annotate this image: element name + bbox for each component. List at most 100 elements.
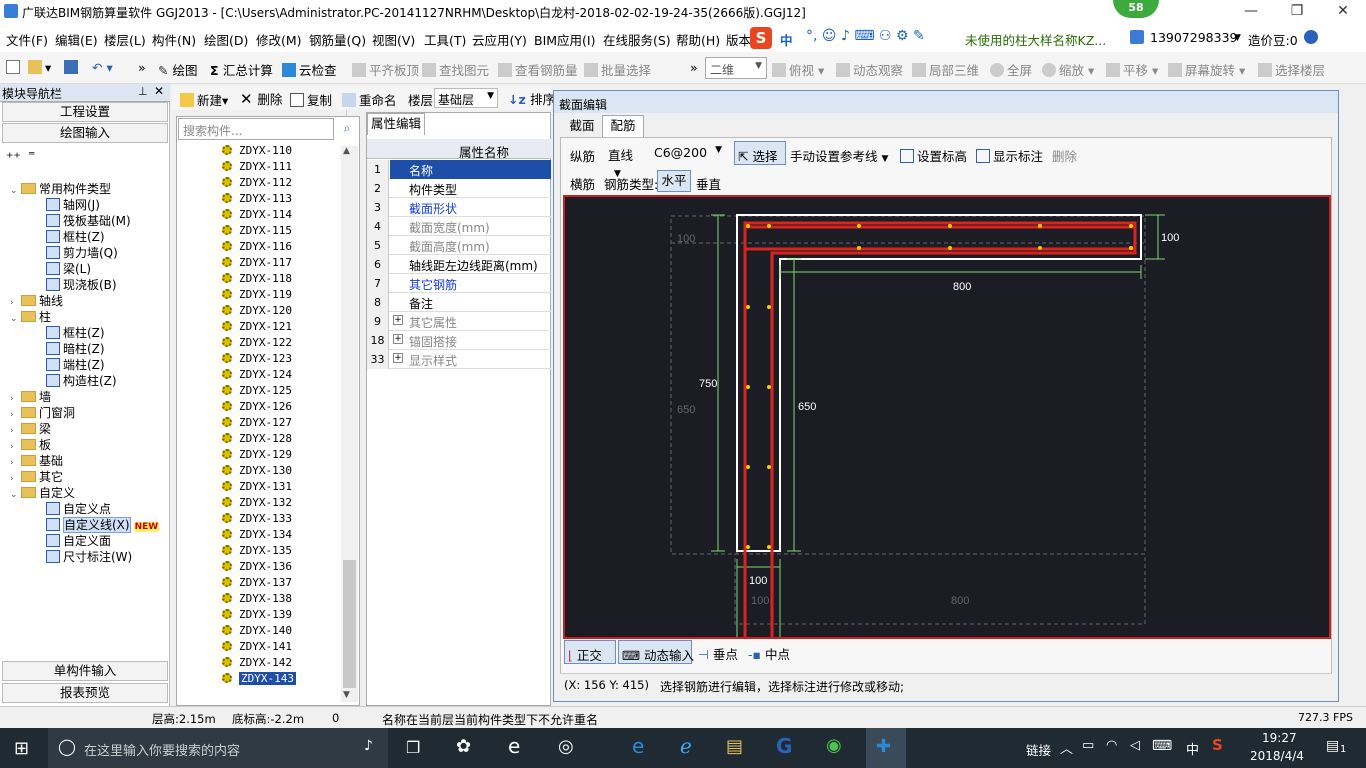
keyboard-tray-icon[interactable]: ⌨: [1152, 738, 1172, 754]
property-row[interactable]: 5 截面高度(mm): [367, 236, 551, 255]
component-search-input[interactable]: 搜索构件...: [178, 118, 334, 140]
zoom-button[interactable]: 缩放 ▾: [1042, 60, 1094, 79]
tree-node[interactable]: 剪力墙(Q): [46, 244, 118, 261]
delete-rebar-button[interactable]: 删除: [1052, 146, 1077, 165]
component-list-item[interactable]: ZDYX-112: [222, 176, 292, 189]
tree-node[interactable]: › 板: [10, 436, 51, 453]
overflow-icon-2[interactable]: »: [690, 60, 698, 75]
property-row[interactable]: 18 + 锚固搭接: [367, 331, 551, 350]
tray-link[interactable]: 链接: [1026, 740, 1051, 759]
minimize-button[interactable]: —: [1228, 0, 1274, 24]
menu-tools[interactable]: 工具(T): [424, 30, 466, 49]
chevron-right-icon[interactable]: ›: [10, 474, 18, 484]
notification-center-icon[interactable]: ▤: [1326, 738, 1339, 754]
scroll-up-icon[interactable]: ▲: [343, 146, 350, 156]
rebar-lines[interactable]: [743, 221, 1137, 637]
flush-top-button[interactable]: 平齐板顶: [352, 60, 419, 79]
tree-node[interactable]: 梁(L): [46, 260, 91, 277]
property-row[interactable]: 4 截面宽度(mm): [367, 217, 551, 236]
notice-text[interactable]: 未使用的柱大样名称KZ...: [965, 30, 1106, 49]
new-file-icon[interactable]: [6, 60, 23, 75]
pan-button[interactable]: 平移 ▾: [1106, 60, 1158, 79]
notification-badge[interactable]: 58: [1113, 0, 1159, 18]
component-list-item[interactable]: ZDYX-114: [222, 208, 292, 221]
overflow-icon[interactable]: »: [138, 60, 146, 75]
chevron-right-icon[interactable]: ›: [10, 458, 18, 468]
menu-file[interactable]: 文件(F): [6, 30, 48, 49]
tree-node[interactable]: ⌄ 常用构件类型: [10, 180, 111, 197]
chevron-right-icon[interactable]: ›: [10, 394, 18, 404]
tree-node[interactable]: 轴网(J): [46, 196, 100, 213]
component-list-item[interactable]: ZDYX-116: [222, 240, 292, 253]
tree-node[interactable]: › 墙: [10, 388, 51, 405]
app-swirl-icon[interactable]: ◎: [558, 736, 574, 757]
property-row[interactable]: 6 轴线距左边线距离(mm): [367, 255, 551, 274]
search-icon[interactable]: ⌕: [336, 118, 358, 140]
cloud-check-button[interactable]: 云检查: [282, 60, 337, 79]
menu-bim[interactable]: BIM应用(I): [534, 30, 596, 49]
sum-button[interactable]: Σ 汇总计算: [210, 60, 273, 79]
tree-node[interactable]: › 基础: [10, 452, 63, 469]
component-list-item[interactable]: ZDYX-131: [222, 480, 292, 493]
component-list-item[interactable]: ZDYX-133: [222, 512, 292, 525]
clock-date[interactable]: 2018/4/4: [1250, 749, 1304, 763]
battery-icon[interactable]: ▭: [1082, 738, 1094, 753]
menu-cloud[interactable]: 云应用(Y): [472, 30, 527, 49]
property-row[interactable]: 33 + 显示样式: [367, 350, 551, 369]
component-list-item[interactable]: ZDYX-136: [222, 560, 292, 573]
component-list-item[interactable]: ZDYX-129: [222, 448, 292, 461]
tree-node[interactable]: 尺寸标注(W): [46, 548, 132, 565]
tree-node[interactable]: 构造柱(Z): [46, 372, 117, 389]
tree-node[interactable]: 自定义线(X) NEW: [46, 516, 160, 533]
draw-button[interactable]: ✎ 绘图: [158, 60, 197, 79]
expand-icon[interactable]: +: [393, 353, 403, 363]
undo-icon[interactable]: ↶ ▾: [92, 60, 113, 75]
component-list-item[interactable]: ZDYX-138: [222, 592, 292, 605]
sogou-icon[interactable]: S: [750, 27, 772, 49]
component-list-item[interactable]: ZDYX-135: [222, 544, 292, 557]
component-list-item[interactable]: ZDYX-124: [222, 368, 292, 381]
perpendicular-snap-button[interactable]: ⊣ 垂点: [698, 644, 738, 663]
chevron-down-icon[interactable]: ⌄: [10, 490, 18, 500]
component-list-item[interactable]: ZDYX-127: [222, 416, 292, 429]
component-list-item[interactable]: ZDYX-110: [222, 144, 292, 157]
scroll-down-icon[interactable]: ▼: [343, 690, 350, 700]
tree-node[interactable]: ⌄ 柱: [10, 308, 51, 325]
component-list-item[interactable]: ZDYX-111: [222, 160, 292, 173]
menu-floor[interactable]: 楼层(L): [104, 30, 146, 49]
ime-mode[interactable]: 中: [780, 30, 793, 49]
component-list-item[interactable]: ZDYX-117: [222, 256, 292, 269]
chevron-down-icon[interactable]: ▼: [1234, 33, 1241, 43]
chevron-right-icon[interactable]: ›: [10, 410, 18, 420]
rebar-points[interactable]: [746, 224, 1133, 549]
volume-icon[interactable]: ◁: [1130, 738, 1140, 753]
component-list-item[interactable]: ZDYX-128: [222, 432, 292, 445]
tray-ime[interactable]: 中: [1186, 739, 1199, 758]
wifi-icon[interactable]: ◠: [1106, 738, 1117, 753]
menu-view[interactable]: 视图(V): [372, 30, 415, 49]
ie-icon[interactable]: ℯ: [680, 734, 692, 758]
dynamic-observe-button[interactable]: 动态观察: [836, 60, 903, 79]
component-list-item[interactable]: ZDYX-137: [222, 576, 292, 589]
component-list-item[interactable]: ZDYX-113: [222, 192, 292, 205]
component-list-item[interactable]: ZDYX-132: [222, 496, 292, 509]
component-list-item[interactable]: ZDYX-125: [222, 384, 292, 397]
horizontal-button[interactable]: 水平: [657, 170, 691, 192]
tray-chevron-up-icon[interactable]: ︿: [1060, 738, 1073, 757]
taskbar-active-app[interactable]: ✚: [866, 728, 906, 768]
tab-property-edit[interactable]: 属性编辑: [367, 113, 425, 135]
glodon-icon[interactable]: G: [776, 734, 792, 758]
chevron-right-icon[interactable]: ›: [10, 442, 18, 452]
clock-time[interactable]: 19:27: [1262, 731, 1297, 745]
expand-all-icon[interactable]: ⁺⁺: [6, 150, 21, 166]
midpoint-snap-button[interactable]: -▪ 中点: [748, 644, 790, 663]
close-button[interactable]: ✕: [1320, 0, 1366, 24]
new-component-button[interactable]: 新建▾: [180, 90, 228, 109]
save-icon[interactable]: [64, 60, 81, 75]
top-view-button[interactable]: 俯视 ▾: [772, 60, 824, 79]
tree-node[interactable]: › 门窗洞: [10, 404, 75, 421]
maximize-button[interactable]: ❐: [1274, 0, 1320, 24]
section-outline[interactable]: [736, 214, 1142, 552]
fan-app-icon[interactable]: ✿: [456, 736, 471, 757]
floor-select[interactable]: 基础层 ▼: [434, 88, 498, 108]
